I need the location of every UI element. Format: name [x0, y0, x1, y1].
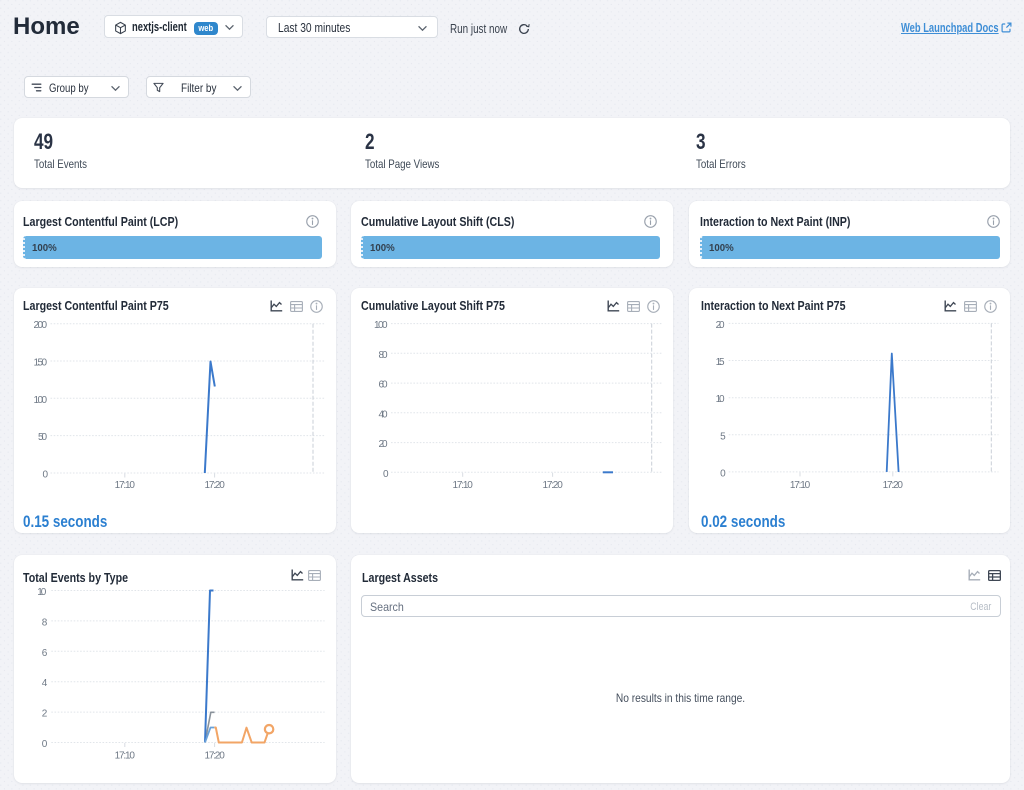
- svg-text:40: 40: [379, 409, 388, 420]
- svg-text:17:10: 17:10: [453, 480, 474, 491]
- svg-text:15: 15: [716, 357, 725, 368]
- svg-text:0: 0: [43, 470, 49, 481]
- svg-text:2: 2: [42, 709, 48, 720]
- svg-text:17:20: 17:20: [204, 480, 225, 491]
- svg-text:17:10: 17:10: [790, 480, 811, 491]
- svg-text:200: 200: [34, 320, 48, 331]
- svg-text:17:10: 17:10: [115, 750, 136, 761]
- svg-text:0: 0: [383, 469, 389, 480]
- svg-text:150: 150: [34, 358, 48, 369]
- svg-text:50: 50: [38, 432, 47, 443]
- svg-text:60: 60: [379, 380, 388, 391]
- svg-text:17:10: 17:10: [115, 480, 136, 491]
- svg-text:17:20: 17:20: [542, 480, 563, 491]
- svg-text:100: 100: [374, 320, 388, 331]
- svg-text:10: 10: [716, 394, 725, 405]
- svg-text:0: 0: [720, 468, 726, 479]
- svg-text:80: 80: [379, 350, 388, 361]
- svg-text:0: 0: [42, 739, 48, 750]
- svg-text:20: 20: [716, 320, 725, 331]
- svg-text:4: 4: [42, 678, 48, 689]
- svg-text:6: 6: [42, 648, 48, 659]
- svg-text:17:20: 17:20: [204, 750, 225, 761]
- svg-text:8: 8: [42, 617, 48, 628]
- svg-text:20: 20: [379, 439, 388, 450]
- svg-text:10: 10: [37, 587, 46, 598]
- svg-text:100: 100: [34, 395, 48, 406]
- svg-text:17:20: 17:20: [883, 480, 904, 491]
- svg-text:5: 5: [720, 431, 726, 442]
